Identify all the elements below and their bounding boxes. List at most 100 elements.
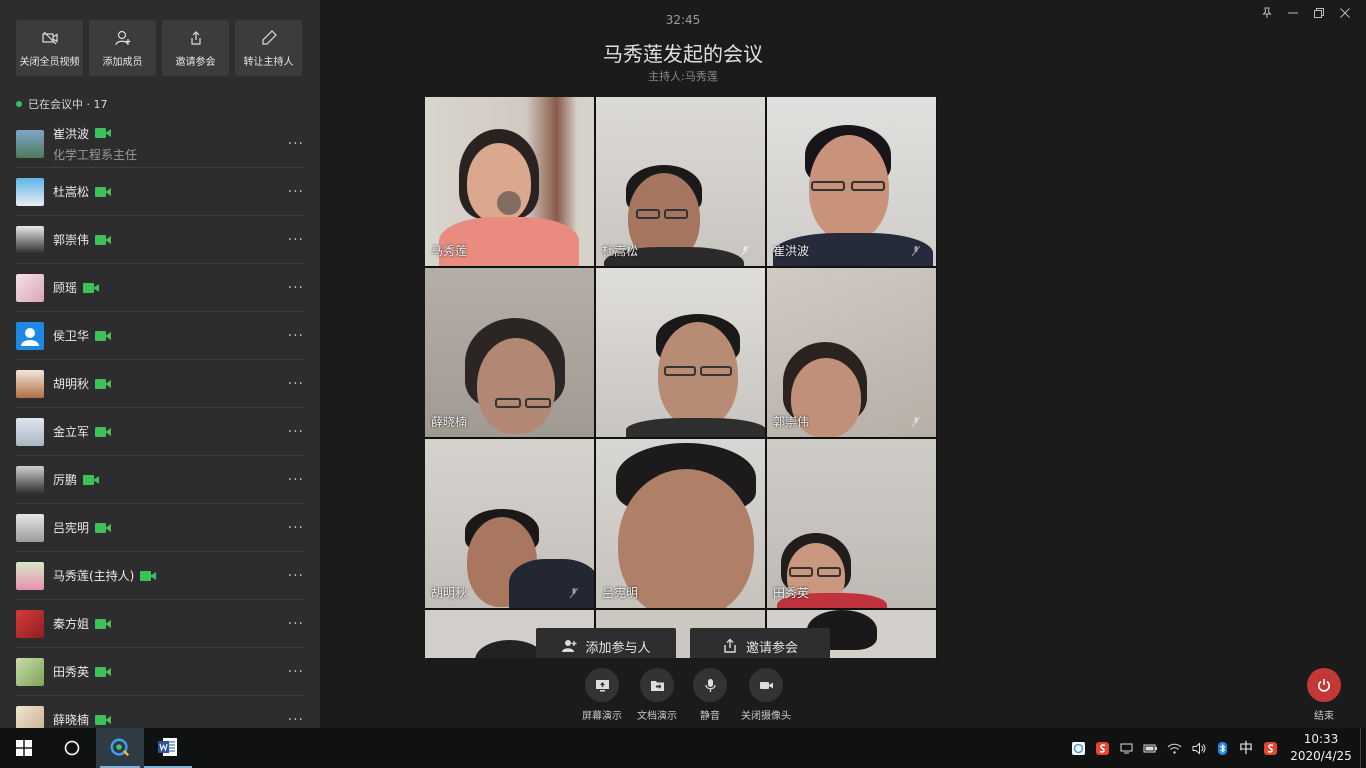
member-more-button[interactable]: ··· <box>288 184 304 200</box>
tray-sogou[interactable] <box>1090 728 1114 768</box>
invite-meeting-button[interactable]: 邀请参会 <box>690 628 830 658</box>
tray-sogou-input[interactable] <box>1258 728 1282 768</box>
video-tile[interactable]: 崔洪波 <box>767 97 936 266</box>
transfer-host-label: 转让主持人 <box>243 56 294 68</box>
video-tile[interactable]: 马秀莲 <box>425 97 594 266</box>
camera-off-button[interactable]: 关闭摄像头 <box>736 668 796 722</box>
tray-volume[interactable] <box>1186 728 1210 768</box>
participants-panel: 关闭全员视频 添加成员 邀请参会 转让主持人 已在会议中 · 17 崔洪波 化学工… <box>0 0 320 728</box>
ime-indicator[interactable]: 中 <box>1234 728 1258 768</box>
video-on-icon <box>95 618 112 629</box>
member-row[interactable]: 薛晓楠 ··· <box>16 696 304 728</box>
document-share-button[interactable]: 文档演示 <box>627 668 687 722</box>
microphone-icon <box>704 678 716 692</box>
end-meeting-button[interactable]: 结束 <box>1304 668 1344 722</box>
member-more-button[interactable]: ··· <box>288 376 304 392</box>
member-more-button[interactable]: ··· <box>288 664 304 680</box>
video-tile[interactable]: 吕宪明 <box>596 439 765 608</box>
video-tile[interactable] <box>596 268 765 437</box>
member-more-button[interactable]: ··· <box>288 232 304 248</box>
tray-meeting[interactable] <box>1066 728 1090 768</box>
system-tray: 中 10:33 2020/4/25 <box>1066 728 1366 768</box>
word-icon <box>158 738 177 756</box>
member-more-button[interactable]: ··· <box>288 424 304 440</box>
start-button[interactable] <box>0 728 48 768</box>
member-more-button[interactable]: ··· <box>288 280 304 296</box>
member-row[interactable]: 顾瑶 ··· <box>16 264 304 312</box>
taskbar-word-app[interactable] <box>144 728 192 768</box>
show-desktop-button[interactable] <box>1360 728 1366 768</box>
sogou-icon <box>1095 741 1109 755</box>
pin-icon <box>1262 7 1272 18</box>
avatar <box>16 321 44 350</box>
folder-icon <box>650 680 664 691</box>
tray-device[interactable] <box>1114 728 1138 768</box>
video-tile[interactable]: 田秀英 <box>767 439 936 608</box>
add-participant-button[interactable]: 添加参与人 <box>536 628 676 658</box>
tray-bluetooth[interactable] <box>1210 728 1234 768</box>
member-row[interactable]: 厉鹏 ··· <box>16 456 304 504</box>
member-name: 侯卫华 <box>53 329 90 343</box>
member-row[interactable]: 郭崇伟 ··· <box>16 216 304 264</box>
member-more-button[interactable]: ··· <box>288 472 304 488</box>
member-more-button[interactable]: ··· <box>288 136 304 152</box>
restore-button[interactable] <box>1312 6 1326 20</box>
member-row[interactable]: 胡明秋 ··· <box>16 360 304 408</box>
video-tile[interactable]: 杜嵩松 <box>596 97 765 266</box>
member-row[interactable]: 杜嵩松 ··· <box>16 168 304 216</box>
tray-wifi[interactable] <box>1162 728 1186 768</box>
member-more-button[interactable]: ··· <box>288 328 304 344</box>
member-more-button[interactable]: ··· <box>288 520 304 536</box>
mute-button[interactable]: 静音 <box>680 668 740 722</box>
meeting-title: 马秀莲发起的会议 <box>603 42 763 66</box>
document-share-label: 文档演示 <box>637 711 677 722</box>
tray-battery[interactable] <box>1138 728 1162 768</box>
member-row[interactable]: 崔洪波 化学工程系主任 ··· <box>16 120 304 168</box>
member-name: 金立军 <box>53 425 90 439</box>
video-tile[interactable]: 薛晓楠 <box>425 268 594 437</box>
mute-all-video-button[interactable]: 关闭全员视频 <box>16 20 83 76</box>
member-row[interactable]: 秦方姐 ··· <box>16 600 304 648</box>
close-button[interactable] <box>1338 6 1352 20</box>
default-user-icon <box>21 327 39 346</box>
member-info: 崔洪波 化学工程系主任 <box>53 125 137 163</box>
taskbar-meeting-app[interactable] <box>96 728 144 768</box>
video-on-icon <box>95 330 112 341</box>
member-row[interactable]: 马秀莲(主持人) ··· <box>16 552 304 600</box>
video-tile[interactable]: 郭崇伟 <box>767 268 936 437</box>
cortana-button[interactable] <box>48 728 96 768</box>
member-row[interactable]: 吕宪明 ··· <box>16 504 304 552</box>
display-icon <box>1120 743 1132 753</box>
pin-button[interactable] <box>1260 6 1274 20</box>
system-clock[interactable]: 10:33 2020/4/25 <box>1282 731 1360 765</box>
member-more-button[interactable]: ··· <box>288 616 304 632</box>
member-more-button[interactable]: ··· <box>288 568 304 584</box>
video-tile[interactable]: 胡明秋 <box>425 439 594 608</box>
avatar <box>16 609 44 638</box>
avatar <box>16 705 44 728</box>
minimize-button[interactable] <box>1286 6 1300 20</box>
member-row[interactable]: 侯卫华 ··· <box>16 312 304 360</box>
tile-name: 马秀莲 <box>431 244 468 258</box>
member-row[interactable]: 金立军 ··· <box>16 408 304 456</box>
member-info: 秦方姐 <box>53 615 112 632</box>
member-list: 崔洪波 化学工程系主任 ··· 杜嵩松 ··· 郭崇伟 ··· 顾瑶 ··· 侯卫华 ··· 胡明秋 ·… <box>16 120 304 728</box>
invite-button[interactable]: 邀请参会 <box>162 20 229 76</box>
video-off-icon <box>41 31 58 44</box>
member-name: 顾瑶 <box>53 281 78 295</box>
meeting-tray-icon <box>1071 741 1085 755</box>
member-more-button[interactable]: ··· <box>288 712 304 728</box>
power-icon <box>1318 679 1330 692</box>
avatar <box>16 657 44 686</box>
avatar <box>16 129 44 158</box>
video-on-icon <box>95 378 112 389</box>
transfer-host-button[interactable]: 转让主持人 <box>235 20 302 76</box>
avatar <box>16 561 44 590</box>
window-controls <box>1260 6 1352 20</box>
add-member-button[interactable]: 添加成员 <box>89 20 156 76</box>
mic-muted-icon <box>741 246 749 256</box>
member-row[interactable]: 田秀英 ··· <box>16 648 304 696</box>
video-on-icon <box>95 714 112 725</box>
screen-share-button[interactable]: 屏幕演示 <box>572 668 632 722</box>
member-info: 胡明秋 <box>53 375 112 392</box>
